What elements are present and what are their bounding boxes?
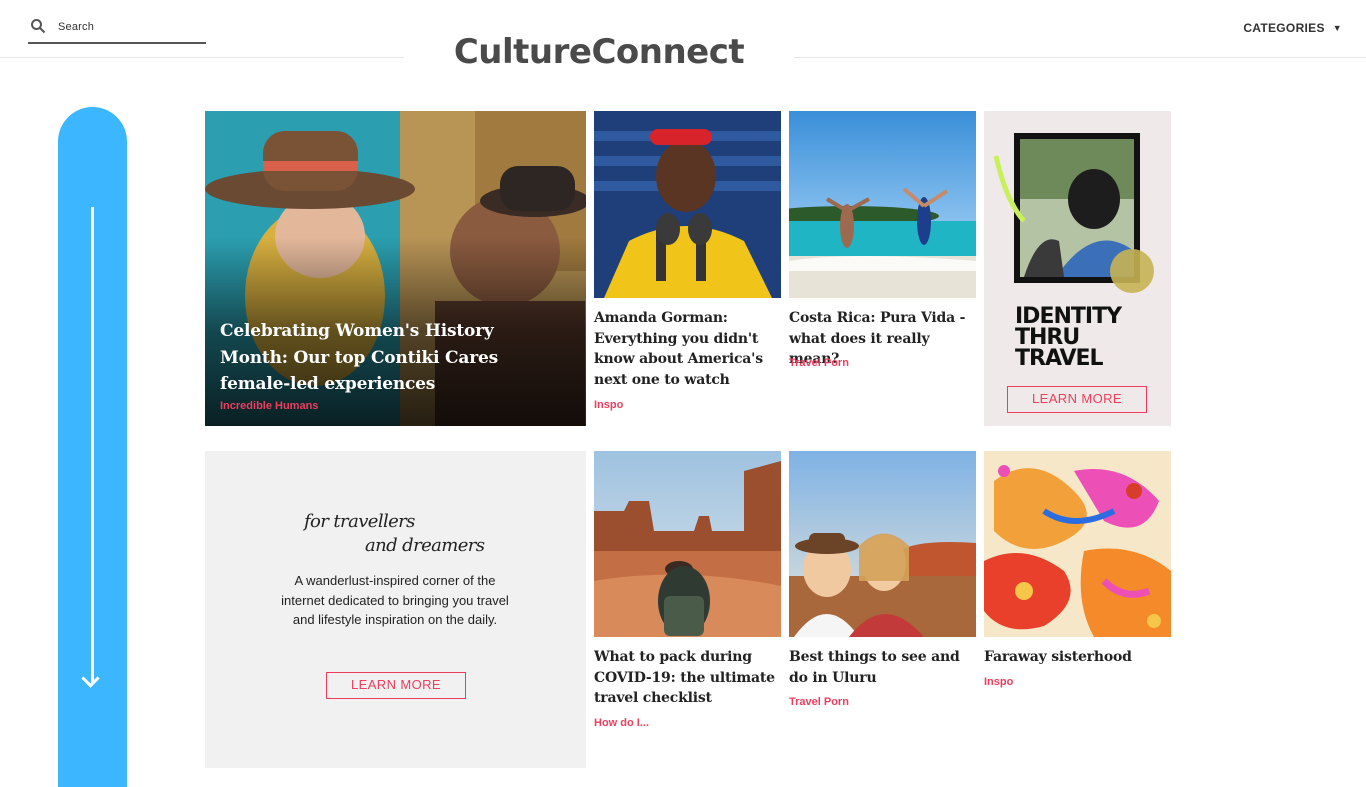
article-tag[interactable]: Travel Porn (789, 696, 849, 708)
article-title[interactable]: What to pack during COVID-19: the ultima… (594, 647, 781, 709)
article-card[interactable]: Amanda Gorman: Everything you didn't kno… (594, 111, 781, 426)
article-title[interactable]: Best things to see and do in Uluru (789, 647, 976, 688)
article-image (594, 451, 781, 637)
article-tag[interactable]: Inspo (984, 676, 1013, 688)
article-title[interactable]: Amanda Gorman: Everything you didn't kno… (594, 308, 781, 390)
scroll-indicator (58, 107, 127, 787)
categories-menu[interactable]: CATEGORIES ▼ (1243, 21, 1342, 35)
search-bar[interactable]: Search (28, 16, 206, 44)
article-card[interactable]: What to pack during COVID-19: the ultima… (594, 451, 781, 768)
about-description: A wanderlust-inspired corner of the inte… (281, 573, 509, 627)
article-tag[interactable]: How do I... (594, 717, 649, 729)
tagline-line: and dreamers (365, 535, 485, 556)
learn-more-button[interactable]: LEARN MORE (326, 672, 466, 699)
identity-promo-card[interactable]: IDENTITY THRU TRAVEL LEARN MORE (984, 111, 1171, 426)
learn-more-button[interactable]: LEARN MORE (1007, 386, 1147, 413)
article-tag[interactable]: Inspo (594, 399, 623, 411)
brand-logo-box[interactable]: CultureConnect (404, 0, 794, 76)
search-input[interactable]: Search (58, 21, 94, 33)
categories-label: CATEGORIES (1243, 21, 1325, 35)
article-image (789, 111, 976, 298)
article-card[interactable]: Costa Rica: Pura Vida - what does it rea… (789, 111, 976, 426)
article-card[interactable]: Faraway sisterhood Inspo (984, 451, 1171, 768)
article-image (984, 451, 1171, 637)
featured-article-tag[interactable]: Incredible Humans (220, 400, 318, 412)
brand-logo[interactable]: CultureConnect (404, 32, 794, 72)
identity-promo-image (993, 133, 1154, 293)
tagline-line: for travellers (304, 511, 415, 532)
article-title[interactable]: Faraway sisterhood (984, 647, 1171, 668)
article-image (594, 111, 781, 298)
article-card[interactable]: Best things to see and do in Uluru Trave… (789, 451, 976, 768)
about-promo-card: for travellers and dreamers A wanderlust… (205, 451, 586, 768)
featured-article-title[interactable]: Celebrating Women's History Month: Our t… (220, 318, 560, 398)
article-tag[interactable]: Travel Porn (789, 357, 849, 369)
featured-article-card[interactable]: Celebrating Women's History Month: Our t… (205, 111, 586, 426)
search-icon (31, 19, 46, 34)
arrow-down-icon (91, 207, 94, 683)
article-image (789, 451, 976, 637)
chevron-down-icon: ▼ (1332, 23, 1342, 33)
identity-heading-line: TRAVEL (1015, 346, 1104, 371)
